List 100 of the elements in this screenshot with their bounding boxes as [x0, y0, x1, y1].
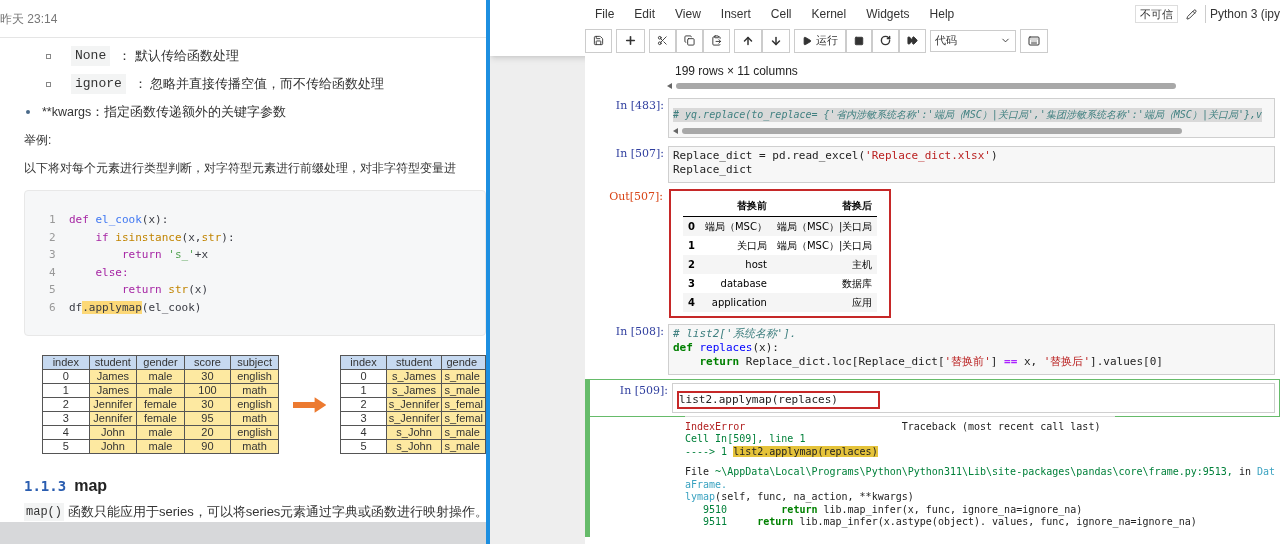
move-down-button[interactable] [762, 28, 790, 53]
menu-item[interactable]: Cell [760, 5, 802, 23]
paste-button[interactable] [703, 28, 730, 53]
line-number: 1 [49, 212, 57, 228]
inline-code: map() [24, 502, 64, 521]
arrow-up-icon [742, 34, 754, 47]
line-number: 4 [49, 264, 57, 281]
code-line: return str(x) [120, 282, 209, 298]
line-number: 5 [49, 282, 57, 298]
inline-code: None [71, 46, 111, 66]
row-index: 2 [683, 254, 700, 274]
cell-prompt: Out[507]: [608, 189, 664, 205]
cell-type-select[interactable]: 代码 [930, 29, 1016, 52]
scissors-icon [657, 35, 668, 46]
table-cell: 端局（MSC）|关口局 [771, 216, 878, 236]
code-input[interactable]: Replace_dict = pd.read_excel('Replace_dict.xlsx') Replace_dict [668, 146, 1275, 183]
notebook-cell[interactable]: In [509]: list2.applymap(replaces) [585, 378, 1280, 417]
plus-icon [624, 34, 637, 47]
column-header: 替换后 [842, 200, 873, 211]
copy-button[interactable] [676, 28, 703, 53]
clipboard-icon [711, 35, 722, 46]
row-index: 1 [683, 235, 700, 255]
play-icon [802, 35, 812, 46]
menu-item[interactable]: Edit [624, 5, 666, 23]
table-cell: 端局（MSC） [699, 216, 772, 236]
notebook-cell[interactable]: In [507]: Replace_dict = pd.read_excel('Replace_dict.xlsx') Replace_dict [585, 142, 1280, 187]
cell-prompt: In [509]: [618, 382, 669, 399]
table-header-cell: student [89, 355, 137, 370]
code-line: if isinstance(x,str): [94, 229, 235, 246]
code-line: Replace_dict [673, 163, 754, 177]
line-number: 6 [49, 299, 57, 316]
output-text: 199 rows × 11 columns [674, 63, 799, 80]
restart-button[interactable] [872, 28, 899, 53]
copy-icon [684, 35, 695, 46]
pencil-icon[interactable] [1185, 8, 1197, 20]
add-cell-button[interactable] [616, 28, 645, 53]
cut-button[interactable] [649, 28, 676, 53]
table-header-cell: index [42, 355, 90, 370]
scroll-left-icon[interactable] [667, 83, 672, 89]
cell-prompt: In [508]: [614, 323, 665, 340]
fast-forward-icon [907, 35, 918, 46]
code-line: def replaces(x): [673, 340, 780, 355]
table-header-cell: index [340, 355, 387, 370]
table-header-cell: gende [441, 355, 486, 370]
code-line: list2.applymap(replaces) [679, 392, 838, 407]
save-button[interactable] [585, 28, 612, 53]
stop-button[interactable] [846, 28, 872, 53]
table-cell: 端局（MSC）|关口局 [771, 235, 878, 255]
line-number: 2 [49, 229, 57, 246]
column-header: 替换前 [736, 200, 767, 211]
notebook-cell[interactable]: In [508]: # list2['系统名称']. def replaces(x): return Replace_dict.loc[Replace_dict['替换前'] == x, '替换后'].values[0] [585, 319, 1280, 379]
paragraph: 函数只能应用于series，可以将series元素通过字典或函数进行映射操作。 [68, 503, 486, 521]
run-button[interactable]: 运行 [794, 28, 846, 53]
trust-indicator[interactable]: 不可信 [1134, 4, 1178, 24]
save-icon [593, 35, 604, 46]
table-cell: database [699, 273, 772, 293]
traceback-line: IndexError Traceback (most recent call last) [685, 420, 1102, 433]
table-cell: 应用 [771, 292, 878, 312]
code-line: df.applymap(el_cook) [69, 299, 202, 316]
code-line: return 's_'+x [120, 247, 209, 263]
scroll-left-icon[interactable] [673, 128, 678, 134]
row-index: 3 [683, 273, 700, 293]
table-cell: 数据库 [771, 273, 878, 293]
table-header-cell: subject [230, 355, 279, 370]
table-cell: 关口局 [699, 235, 772, 255]
notebook-cell[interactable]: In [483]: # yq.replace(to_replace= {'省内涉敏系统名称':'端局（MSC）|关口局','集团涉敏系统名称':'端局（MSC）|关口局'},v [585, 94, 1280, 142]
code-line: # list2['系统名称']. [673, 326, 798, 341]
traceback-line: lymap(self, func, na_action, **kwargs) [685, 491, 915, 504]
code-line: def el_cook(x): [69, 212, 169, 228]
code-input[interactable]: # list2['系统名称']. def replaces(x): return Replace_dict.loc[Replace_dict['替换前'] == x, '替换后'].values[0] [668, 323, 1275, 375]
menu-item[interactable]: Widgets [856, 5, 920, 23]
code-line: else: [94, 264, 129, 281]
paragraph: 举例: [24, 132, 52, 149]
table-header-cell: student [386, 355, 442, 370]
move-up-button[interactable] [734, 28, 762, 53]
inline-code: ignore [71, 74, 126, 94]
menu-item[interactable]: View [665, 5, 711, 23]
hollow-bullet-icon [46, 81, 51, 87]
cell-prompt: In [483]: [614, 98, 665, 114]
table-cell: 主机 [771, 254, 878, 274]
bullet-icon [26, 110, 30, 114]
bullet-text: ： 忽略并直接传播空值，而不传给函数处理 [133, 75, 385, 93]
heading-number: 1.1.3 [24, 477, 67, 496]
row-index: 0 [683, 216, 700, 236]
bullet-text: **kwargs：指定函数传递额外的关键字参数 [42, 103, 287, 121]
timestamp: 昨天 23:14 [0, 10, 58, 28]
menu-item[interactable]: File [585, 5, 625, 23]
traceback-line: 9510 return lib.map_infer(x, func, ignore_na=ignore_na) [702, 503, 1084, 516]
traceback-line: Cell In[509], line 1 [685, 433, 807, 446]
code-input[interactable]: list2.applymap(replaces) [672, 382, 1275, 413]
traceback-line: ----> 1 list2.applymap(replaces) [685, 445, 879, 458]
menu-item[interactable]: Insert [710, 5, 761, 23]
menu-item[interactable]: Kernel [801, 5, 857, 23]
table-header-cell: gender [136, 355, 185, 370]
table-cell: application [699, 292, 772, 312]
keyboard-icon [1028, 34, 1040, 47]
keyboard-button[interactable] [1020, 28, 1048, 53]
menu-item[interactable]: Help [919, 5, 965, 23]
hollow-bullet-icon [46, 53, 51, 59]
run-all-button[interactable] [899, 28, 926, 53]
